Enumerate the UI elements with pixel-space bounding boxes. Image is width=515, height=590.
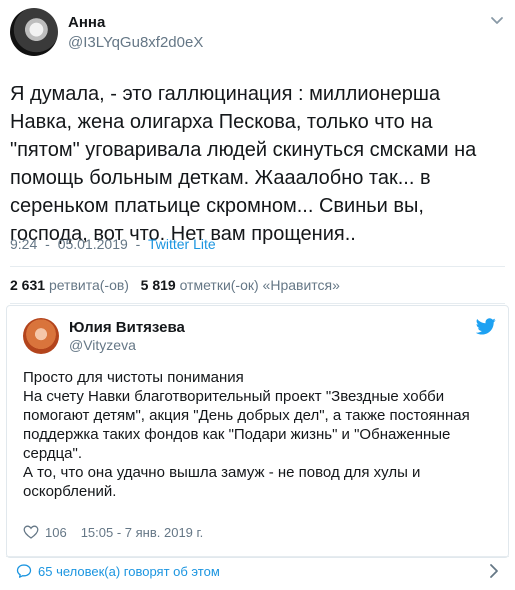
divider: [6, 556, 509, 557]
twitter-bird-icon[interactable]: [476, 318, 496, 335]
divider: [10, 266, 505, 267]
likes-count[interactable]: 5 819: [141, 277, 176, 293]
tweet-text: Я думала, - это галлюцинация : миллионер…: [10, 83, 477, 245]
retweets-label[interactable]: ретвита(-ов): [49, 277, 129, 293]
tweet-client-link[interactable]: Twitter Lite: [148, 236, 216, 252]
heart-icon[interactable]: [23, 524, 39, 540]
quoted-timestamp[interactable]: 15:05 - 7 янв. 2019 г.: [81, 525, 204, 540]
quoted-author-name[interactable]: Юлия Витязева: [69, 319, 185, 336]
avatar[interactable]: [10, 8, 58, 56]
quoted-tweet-actions: 106 15:05 - 7 янв. 2019 г.: [23, 524, 203, 540]
avatar[interactable]: [23, 318, 59, 354]
retweets-count[interactable]: 2 631: [10, 277, 45, 293]
meta-separator: -: [135, 236, 141, 252]
tweet-date[interactable]: 05.01.2019: [58, 236, 128, 252]
author-handle[interactable]: @I3LYqGu8xf2d0eX: [68, 34, 203, 51]
talking-text[interactable]: 65 человек(а) говорят об этом: [38, 564, 220, 579]
speech-bubble-icon: [16, 564, 32, 578]
tweet: Анна @I3LYqGu8xf2d0eX Я думала, - это га…: [0, 0, 515, 590]
author-name[interactable]: Анна: [68, 14, 105, 31]
quoted-tweet-text: Просто для чистоты понимания На счету На…: [23, 369, 470, 500]
chevron-right-icon[interactable]: [487, 563, 501, 579]
tweet-stats: 2 631 ретвита(-ов) 5 819 отметки(-ок) «Н…: [10, 277, 340, 293]
divider: [10, 303, 505, 304]
quoted-tweet-card[interactable]: Юлия Витязева @Vityzeva Просто для чисто…: [6, 305, 509, 558]
likes-label[interactable]: отметки(-ок) «Нравится»: [180, 277, 340, 293]
tweet-meta: 9:24 - 05.01.2019 - Twitter Lite: [10, 236, 216, 252]
quoted-likes-count[interactable]: 106: [45, 525, 67, 540]
conversation-link[interactable]: 65 человек(а) говорят об этом: [16, 563, 220, 579]
quoted-author-handle[interactable]: @Vityzeva: [69, 337, 136, 353]
tweet-time[interactable]: 9:24: [10, 236, 37, 252]
chevron-down-icon[interactable]: [489, 12, 505, 28]
meta-separator: -: [45, 236, 50, 252]
